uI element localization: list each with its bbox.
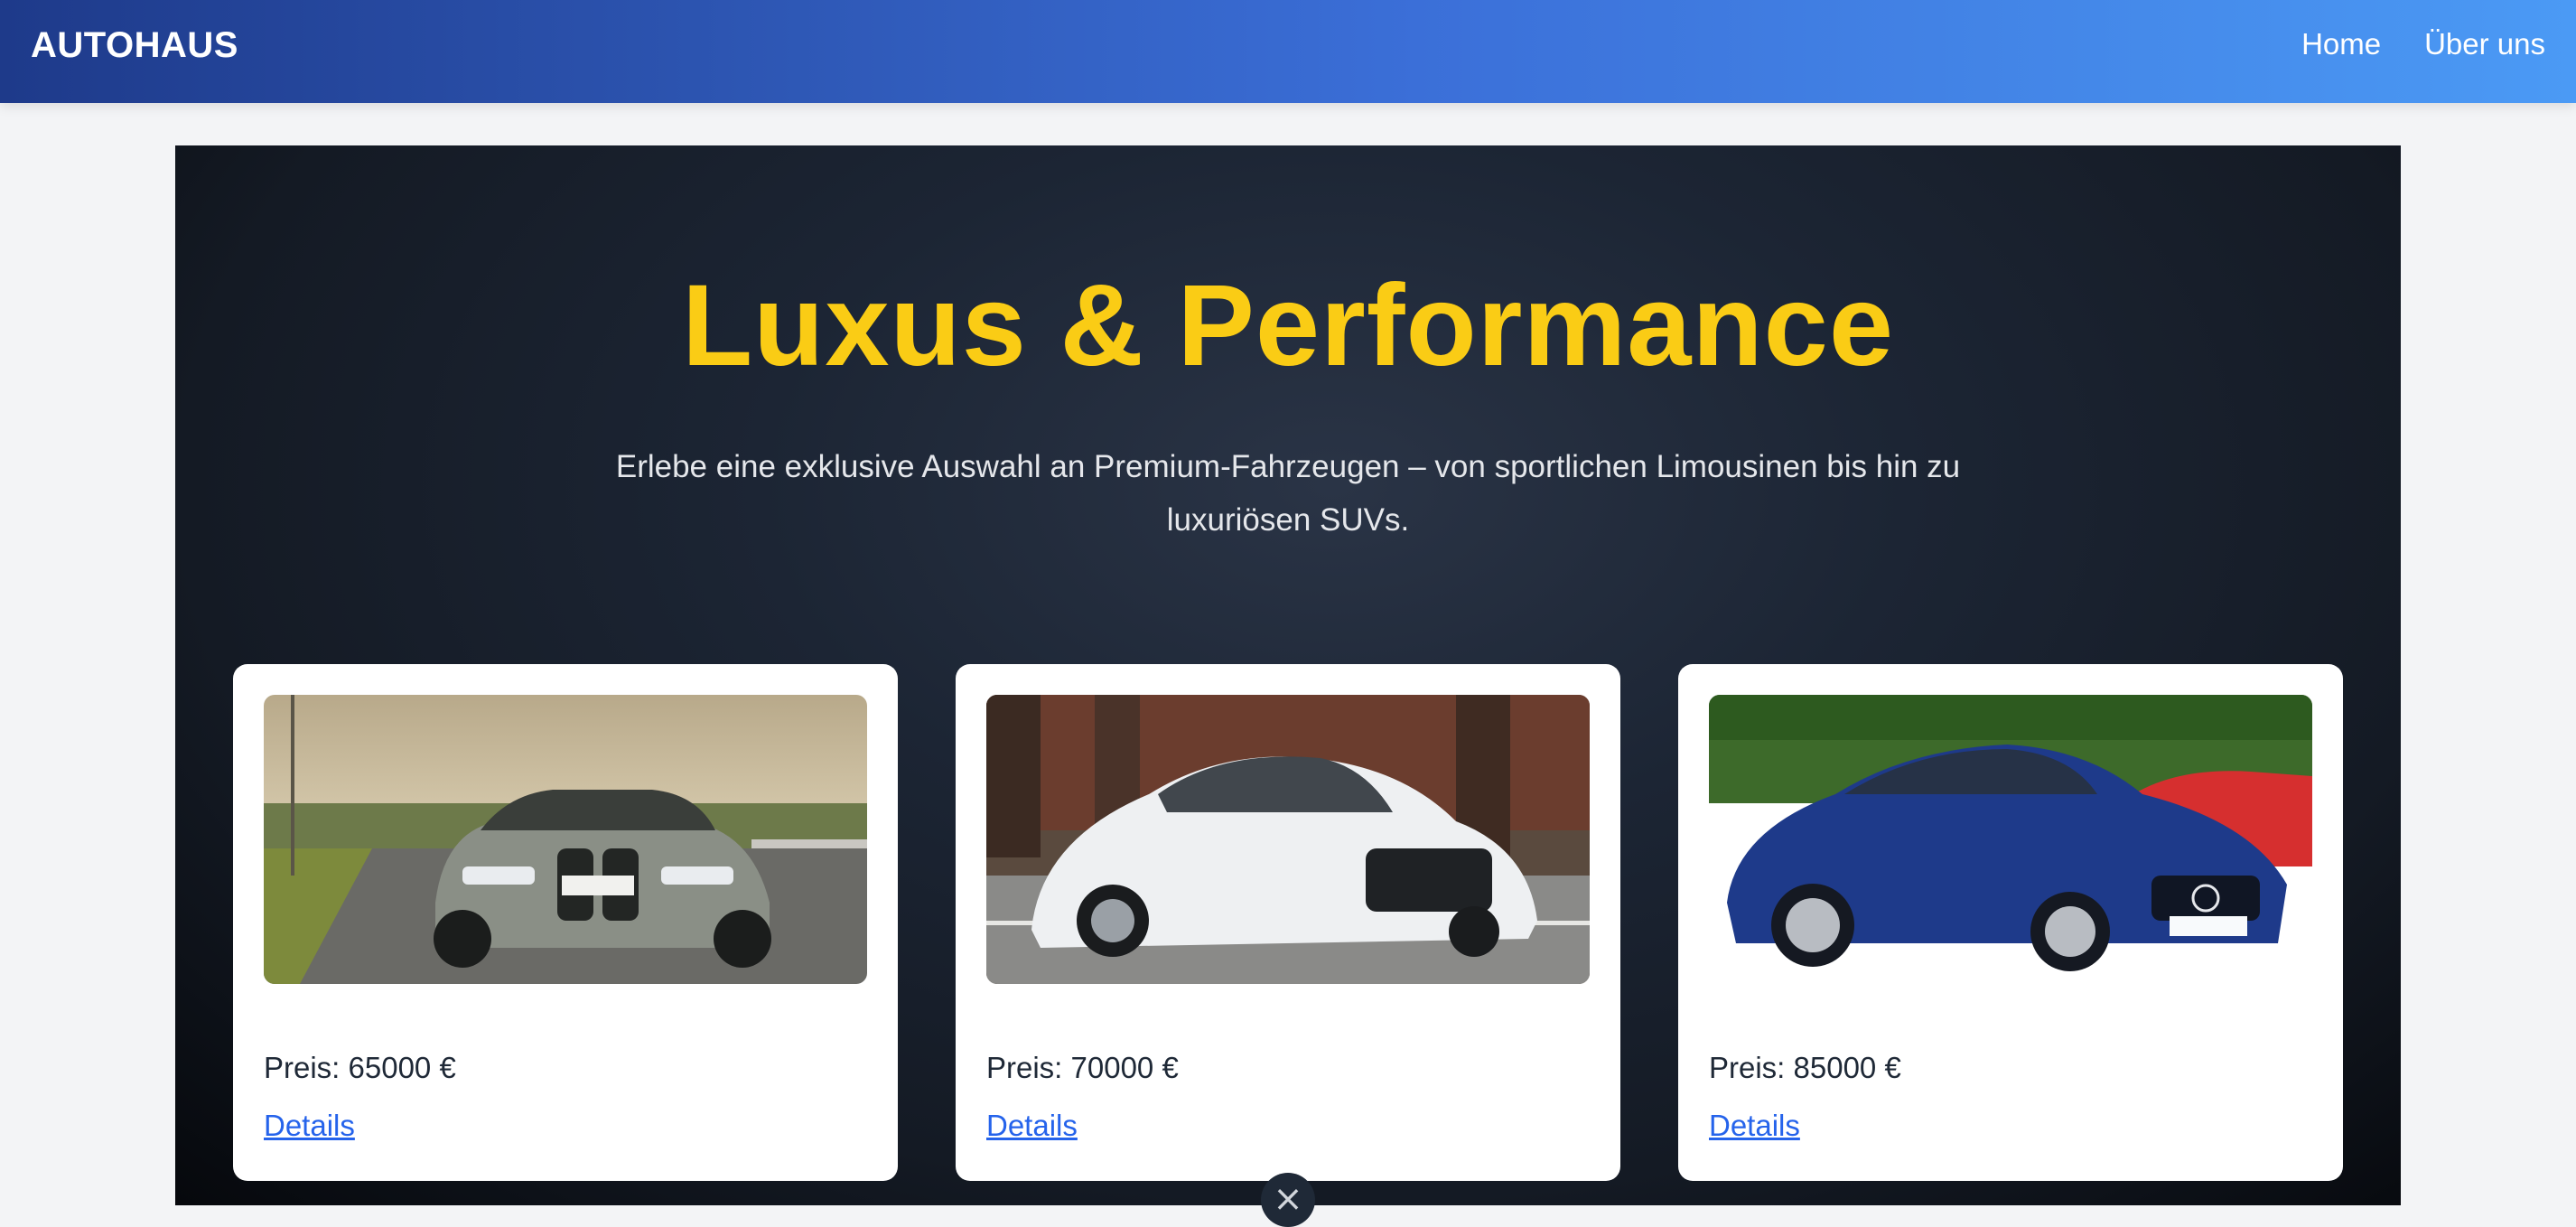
car-price: Preis: 65000 €	[264, 1051, 456, 1084]
nav-link-about[interactable]: Über uns	[2424, 27, 2545, 61]
car-card: Preis: 85000 € Details	[1678, 664, 2343, 1181]
hero-title: Luxus & Performance	[681, 261, 1895, 390]
brand-logo[interactable]: AUTOHAUS	[31, 25, 238, 66]
main-nav: Home Über uns	[2301, 27, 2545, 61]
top-navigation-bar: AUTOHAUS Home Über uns	[0, 0, 2576, 103]
car-price: Preis: 85000 €	[1709, 1051, 1901, 1084]
car-photo	[1709, 695, 2312, 984]
hero-section: Luxus & Performance Erlebe eine exklusiv…	[175, 145, 2401, 1205]
car-photo	[986, 695, 1590, 984]
details-link[interactable]: Details	[986, 1109, 1078, 1143]
details-link[interactable]: Details	[264, 1109, 355, 1143]
close-icon[interactable]: ×	[1261, 1173, 1315, 1227]
car-price: Preis: 70000 €	[986, 1051, 1179, 1084]
car-card: Preis: 65000 € Details	[233, 664, 898, 1181]
hero-subtitle: Erlebe eine exklusive Auswahl an Premium…	[615, 449, 1961, 538]
nav-link-home[interactable]: Home	[2301, 27, 2381, 61]
details-link[interactable]: Details	[1709, 1109, 1800, 1143]
car-card: Preis: 70000 € Details	[956, 664, 1620, 1181]
car-photo	[264, 695, 867, 984]
